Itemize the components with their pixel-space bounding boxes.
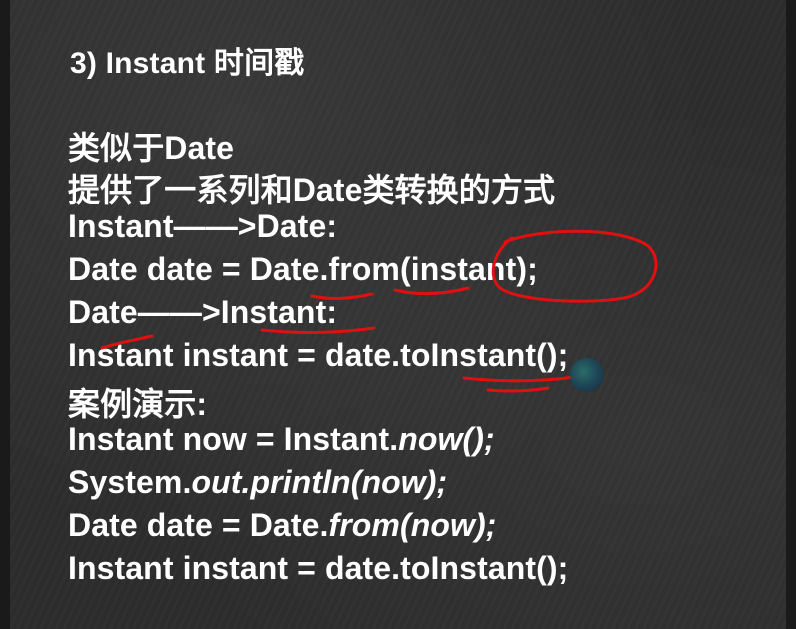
text-line-instant-to-date: Instant——>Date: <box>68 208 338 244</box>
example-line-println-method: out.println(now); <box>191 464 448 500</box>
underline-toinstant-second <box>486 386 550 393</box>
slide-title: 3) Instant 时间戳 <box>70 47 305 80</box>
example-line-to-instant: Instant instant = date.toInstant(); <box>68 550 569 586</box>
example-line-println-prefix: System. <box>68 464 192 500</box>
example-line-now-prefix: Instant now = Instant. <box>68 421 399 457</box>
text-line-similar: 类似于Date <box>68 130 235 166</box>
text-line-demo: 案例演示: <box>68 386 208 422</box>
underline-from <box>393 286 470 296</box>
frame-right-edge <box>786 0 796 629</box>
underline-toinstant <box>462 374 582 383</box>
example-line-println: System.out.println(now); <box>68 464 447 501</box>
mouse-cursor-highlight <box>570 358 604 392</box>
text-line-provides: 提供了一系列和Date类转换的方式 <box>68 172 556 208</box>
code-line-date-from: Date date = Date.from(instant); <box>68 251 538 287</box>
chalkboard-slide: 3) Instant 时间戳 类似于Date 提供了一系列和Date类转换的方式… <box>0 0 796 629</box>
code-line-to-instant: Instant instant = date.toInstant(); <box>68 337 569 373</box>
example-line-date-from: Date date = Date.from(now); <box>68 507 497 544</box>
example-line-now-method: now(); <box>398 421 495 457</box>
example-line-now: Instant now = Instant.now(); <box>68 421 495 458</box>
example-line-date-from-method: from(now); <box>328 507 497 543</box>
example-line-date-from-prefix: Date date = Date. <box>68 507 329 543</box>
text-line-date-to-instant: Date——>Instant: <box>68 294 338 330</box>
frame-left-edge <box>0 0 10 629</box>
